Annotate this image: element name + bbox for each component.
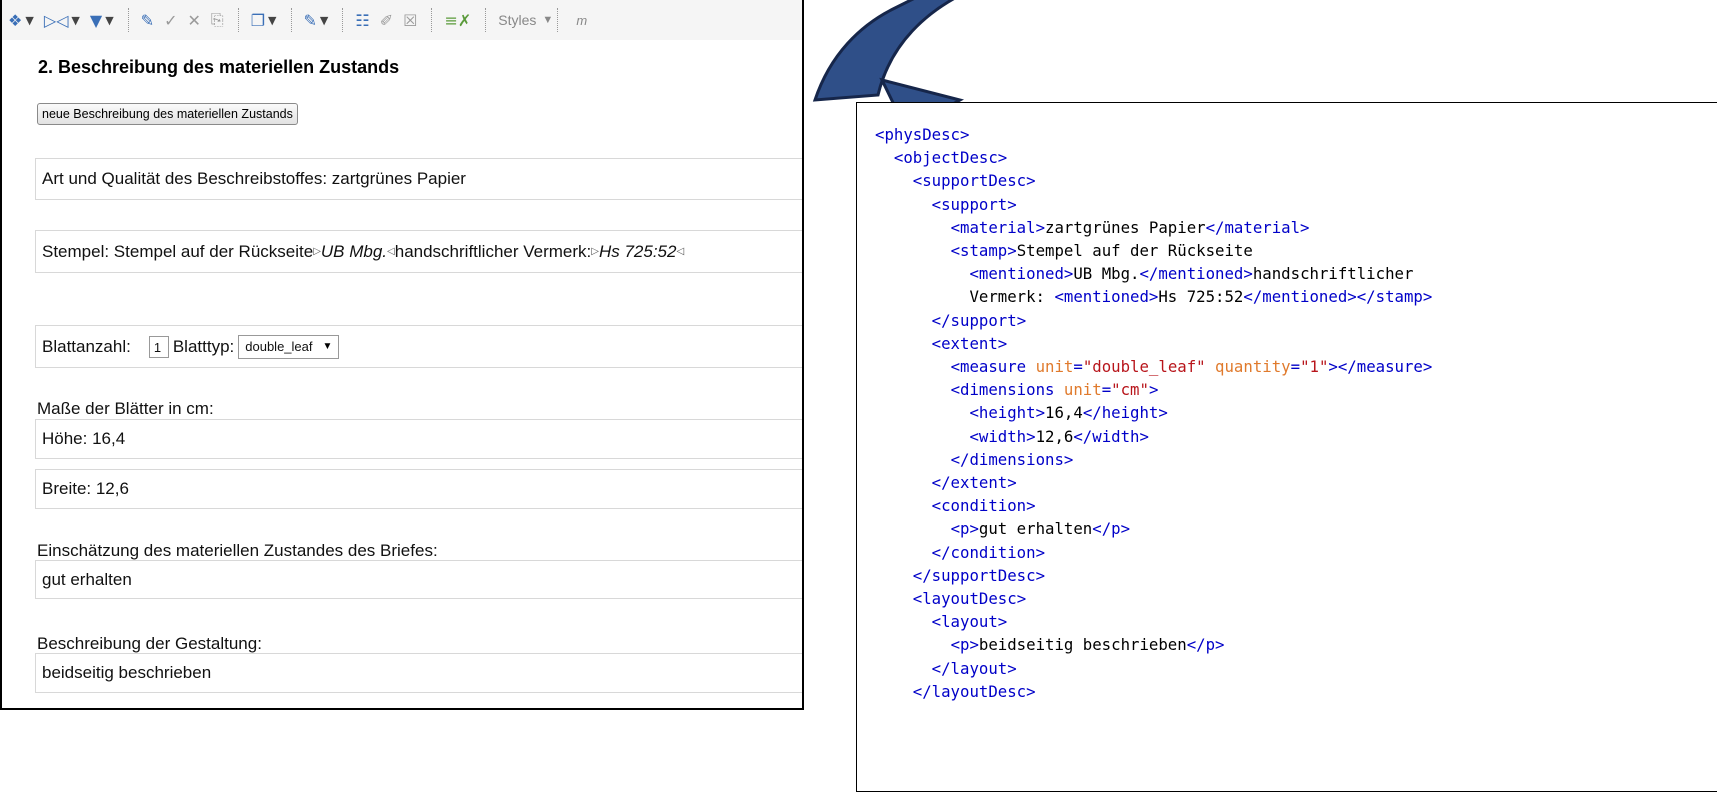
comment-remove-button[interactable]: ☒ xyxy=(403,7,417,33)
code-line: Vermerk: <mentioned>Hs 725:52</mentioned… xyxy=(875,287,1433,307)
code-line: <objectDesc> xyxy=(893,148,1008,168)
code-line: <measure unit="double_leaf" quantity="1"… xyxy=(950,357,1433,377)
stamp-mention-1: UB Mbg. xyxy=(320,241,388,261)
comment-edit-icon: ✐ xyxy=(379,10,394,30)
filter-button[interactable]: ▼ ▼ xyxy=(90,7,114,33)
code-line: </condition> xyxy=(931,542,1046,562)
mention-end-icon: ◁ xyxy=(387,246,395,257)
chevron-down-icon: ▼ xyxy=(71,13,80,27)
comment-edit-button[interactable]: ✐ xyxy=(380,7,393,33)
chevron-down-icon: ▼ xyxy=(268,13,277,27)
code-line: </dimensions> xyxy=(950,449,1074,469)
code-line: </support> xyxy=(931,310,1027,330)
toolbar-separator xyxy=(485,8,487,32)
toolbar-separator xyxy=(557,8,559,32)
code-line: <condition> xyxy=(931,496,1036,516)
reject-button[interactable]: ✕ xyxy=(187,7,200,33)
highlight-button[interactable]: ✎ xyxy=(141,7,154,33)
mention-start-icon: ▷ xyxy=(313,246,321,257)
marker-icon: ✎ xyxy=(303,10,317,30)
styles-dropdown[interactable]: Styles ▼ xyxy=(498,12,553,28)
stamp-prefix: Stempel: Stempel auf der Rückseite xyxy=(42,241,314,261)
tag-insert-button[interactable]: ❖ ▼ xyxy=(8,7,34,33)
mention-start-icon: ▷ xyxy=(591,246,599,257)
highlight-icon: ✎ xyxy=(140,10,155,30)
chevron-down-icon: ▼ xyxy=(542,14,554,26)
toolbar-separator xyxy=(431,8,433,32)
layout-label: Beschreibung der Gestaltung: xyxy=(37,634,262,653)
code-line: </layout> xyxy=(931,658,1017,678)
leaf-type-label: Blatttyp: xyxy=(172,336,235,356)
leaf-type-value: double_leaf xyxy=(245,339,313,354)
layout-field[interactable]: beidseitig beschrieben xyxy=(35,653,802,693)
styles-label: Styles xyxy=(498,12,537,28)
marker-button[interactable]: ✎ ▼ xyxy=(304,7,329,33)
comment-add-button[interactable]: ☷ xyxy=(355,7,369,33)
code-line: <p>beidseitig beschrieben</p> xyxy=(950,635,1225,655)
copy-icon: ❐ xyxy=(250,10,266,30)
code-line: <mentioned>UB Mbg.</mentioned>handschrif… xyxy=(969,264,1414,284)
stamp-field[interactable]: Stempel: Stempel auf der Rückseite ▷ UB … xyxy=(35,230,802,273)
comment-remove-icon: ☒ xyxy=(403,10,418,30)
code-line: <support> xyxy=(931,194,1017,214)
toolbar-separator xyxy=(342,8,344,32)
xml-code-panel: <physDesc> <objectDesc> <supportDesc> <s… xyxy=(856,102,1717,792)
accept-icon: ✓ xyxy=(164,10,178,30)
track-changes-button[interactable]: ⎘ xyxy=(211,7,224,33)
spellcheck-icon: ≡✗ xyxy=(444,10,472,30)
toolbar-separator xyxy=(290,8,292,32)
new-description-button[interactable]: neue Beschreibung des materiellen Zustan… xyxy=(37,103,298,125)
tag-move-button[interactable]: ▷◁ ▼ xyxy=(44,7,80,33)
toolbar-separator xyxy=(127,8,129,32)
code-line: </supportDesc> xyxy=(912,565,1046,585)
condition-label: Einschätzung des materiellen Zustandes d… xyxy=(37,541,438,560)
mention-end-icon: ◁ xyxy=(676,246,685,257)
width-field[interactable]: Breite: 12,6 xyxy=(35,469,802,509)
code-line: <layout> xyxy=(931,612,1008,632)
stamp-mention-2: Hs 725:52 xyxy=(598,241,677,261)
condition-field[interactable]: gut erhalten xyxy=(35,560,802,599)
spellcheck-button[interactable]: ≡✗ xyxy=(444,7,471,33)
copy-button[interactable]: ❐ ▼ xyxy=(251,7,277,33)
reject-icon: ✕ xyxy=(187,10,201,30)
code-line: <physDesc> xyxy=(875,125,970,144)
filter-icon: ▼ xyxy=(89,10,103,30)
chevron-down-icon: ▼ xyxy=(322,341,333,352)
tag-move-icon: ▷◁ xyxy=(43,10,69,30)
section-title: 2. Beschreibung des materiellen Zustands xyxy=(38,57,400,77)
code-line: </extent> xyxy=(931,473,1017,493)
m-button[interactable]: m xyxy=(576,13,587,28)
dimensions-label: Maße der Blätter in cm: xyxy=(37,399,214,418)
form-editor-panel: ❖ ▼ ▷◁ ▼ ▼ ▼ ✎ ✓ ✕ ⎘ ❐ ▼ ✎ ▼ ☷ ✐ ☒ ≡✗ Styles ▼ m 2. Beschrei… xyxy=(0,0,804,710)
leaf-count-input[interactable]: 1 xyxy=(148,335,169,358)
chevron-down-icon: ▼ xyxy=(25,13,34,27)
height-field[interactable]: Höhe: 16,4 xyxy=(35,419,802,459)
xml-code: <physDesc> <objectDesc> <supportDesc> <s… xyxy=(875,123,1432,703)
code-line: <p>gut erhalten</p> xyxy=(950,519,1131,539)
accept-button[interactable]: ✓ xyxy=(164,7,177,33)
toolbar: ❖ ▼ ▷◁ ▼ ▼ ▼ ✎ ✓ ✕ ⎘ ❐ ▼ ✎ ▼ ☷ ✐ ☒ ≡✗ Styles ▼ m xyxy=(2,0,802,40)
code-line: <stamp>Stempel auf der Rückseite xyxy=(950,241,1253,261)
leaf-row: Blattanzahl: 1 Blatttyp: double_leaf ▼ xyxy=(35,325,802,368)
code-line: <height>16,4</height> xyxy=(969,403,1168,423)
chevron-down-icon: ▼ xyxy=(105,13,114,27)
stamp-middle: handschriftlicher Vermerk: xyxy=(394,241,592,261)
code-line: <material>zartgrünes Papier</material> xyxy=(950,217,1310,237)
track-changes-icon: ⎘ xyxy=(210,10,224,29)
leaf-type-select[interactable]: double_leaf ▼ xyxy=(238,334,340,359)
code-line: </layoutDesc> xyxy=(912,681,1036,701)
material-field[interactable]: Art und Qualität des Beschreibstoffes: z… xyxy=(35,158,802,200)
leaf-count-label: Blattanzahl: xyxy=(42,336,131,356)
code-line: <dimensions unit="cm"> xyxy=(950,380,1159,400)
code-line: <width>12,6</width> xyxy=(969,426,1149,446)
chevron-down-icon: ▼ xyxy=(319,13,329,27)
code-line: <extent> xyxy=(931,333,1008,353)
comment-add-icon: ☷ xyxy=(355,10,370,30)
toolbar-separator xyxy=(237,8,239,32)
tag-insert-icon: ❖ xyxy=(8,10,23,30)
code-line: <supportDesc> xyxy=(912,171,1036,191)
code-line: <layoutDesc> xyxy=(912,589,1027,609)
